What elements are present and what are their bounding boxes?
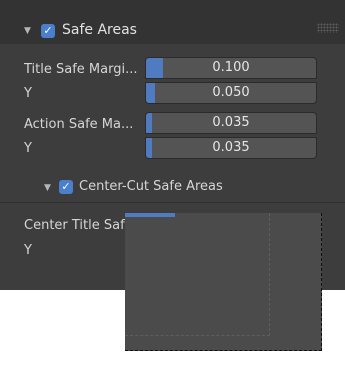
safe-areas-panel-screenshot: ▼ ✓ Safe Areas Title Safe Margi... 0.100… [0, 0, 345, 373]
action-safe-y-field[interactable]: 0.035 [145, 137, 317, 159]
title-safe-label: Title Safe Margi... [24, 62, 138, 77]
expand-triangle-icon[interactable]: ▼ [24, 26, 31, 36]
action-safe-y-label: Y [24, 141, 32, 156]
safe-areas-header[interactable]: ▼ ✓ Safe Areas [0, 0, 345, 44]
safe-areas-title: Safe Areas [62, 22, 137, 38]
action-safe-label: Action Safe Ma... [24, 117, 134, 132]
center-title-safe-label: Center Title Saf [24, 218, 125, 233]
action-safe-x-value: 0.035 [212, 115, 250, 130]
title-safe-y-field[interactable]: 0.050 [145, 82, 317, 104]
title-safe-x-value: 0.100 [212, 60, 250, 75]
center-cut-y-label: Y [24, 243, 32, 258]
center-cut-title: Center-Cut Safe Areas [79, 179, 223, 194]
inner-safe-area-guide [125, 213, 270, 336]
safe-area-preview-overlay [125, 213, 322, 351]
center-cut-checkbox[interactable]: ✓ [59, 180, 73, 194]
title-safe-x-field[interactable]: 0.100 [145, 57, 317, 79]
center-title-field-fill [125, 213, 175, 217]
safe-areas-checkbox[interactable]: ✓ [41, 24, 55, 38]
title-safe-y-value: 0.050 [212, 85, 250, 100]
title-safe-y-label: Y [24, 86, 32, 101]
section-divider [0, 202, 345, 203]
center-cut-expand-triangle-icon[interactable]: ▼ [44, 183, 51, 193]
action-safe-y-value: 0.035 [212, 140, 250, 155]
action-safe-x-field[interactable]: 0.035 [145, 112, 317, 134]
drag-grip-icon[interactable] [317, 23, 339, 33]
